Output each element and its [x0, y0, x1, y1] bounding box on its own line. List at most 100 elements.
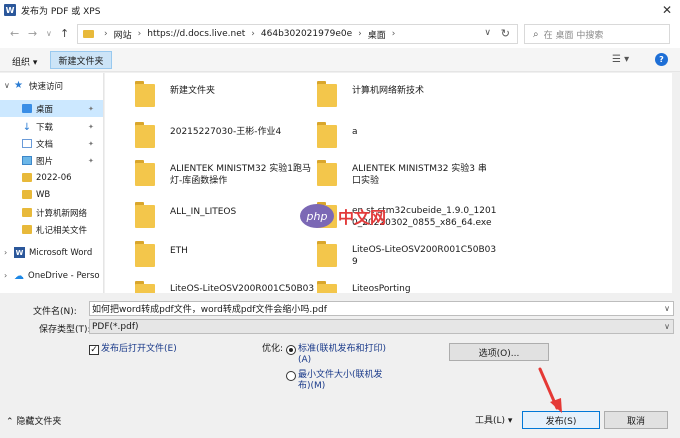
pin-icon[interactable]: ✦: [88, 123, 94, 131]
recent-chevron-icon[interactable]: ∨: [46, 29, 52, 38]
address-row: ← → ∨ ↑ › 网站 › https://d.docs.live.net ›…: [0, 20, 680, 48]
back-arrow-icon[interactable]: ←: [10, 27, 19, 40]
sidebar-item-wb[interactable]: WB: [0, 186, 103, 203]
search-icon: ⌕: [533, 28, 539, 40]
breadcrumb-website[interactable]: 网站: [114, 28, 132, 41]
file-item[interactable]: 新建文件夹: [135, 79, 315, 117]
sidebar-item-pictures[interactable]: 图片 ✦: [0, 152, 103, 169]
filetype-value: PDF(*.pdf): [92, 321, 139, 332]
view-options-icon[interactable]: ☰ ▾: [612, 54, 629, 65]
folder-icon: [135, 122, 155, 148]
sidebar-quick-access[interactable]: ∨ ★ 快速访问: [0, 77, 103, 94]
address-bar[interactable]: › 网站 › https://d.docs.live.net › 464b302…: [77, 24, 518, 44]
standard-label[interactable]: 标准(联机发布和打印) (A): [298, 344, 386, 366]
folder-icon: [317, 122, 337, 148]
star-icon: ★: [14, 80, 23, 91]
file-item[interactable]: ETH: [135, 239, 315, 277]
folder-icon: [83, 30, 94, 38]
tools-menu[interactable]: 工具(L) ▾: [475, 416, 512, 427]
minimum-size-radio[interactable]: [286, 371, 296, 381]
forward-arrow-icon[interactable]: →: [28, 27, 37, 40]
file-name-line: 灯-库函数操作: [170, 176, 228, 186]
up-arrow-icon[interactable]: ↑: [60, 27, 69, 40]
save-form: 文件名(N): 如何把word转成pdf文件，word转成pdf文件会缩小吗.p…: [0, 293, 680, 438]
file-item[interactable]: a: [317, 120, 497, 158]
breadcrumb-domain[interactable]: https://d.docs.live.net: [147, 29, 245, 39]
breadcrumb-id[interactable]: 464b302021979e0e: [261, 29, 352, 39]
file-name-line: ALIENTEK MINISTM32 实验3 串: [352, 164, 487, 174]
sidebar-item-onedrive[interactable]: › ☁ OneDrive - Perso: [0, 267, 103, 284]
sidebar-item-notes[interactable]: 札记相关文件: [0, 221, 103, 238]
file-name: 计算机网络新技术: [352, 86, 425, 96]
folder-icon: [135, 202, 155, 228]
folder-icon: [317, 281, 337, 293]
toolbar: 组织 ▾ 新建文件夹 ☰ ▾ ?: [0, 48, 680, 72]
word-icon: W: [14, 247, 25, 258]
sidebar-item-desktop[interactable]: 桌面 ✦: [0, 100, 103, 117]
php-logo: php: [300, 204, 334, 228]
filetype-select[interactable]: PDF(*.pdf) ∨: [89, 319, 674, 334]
chevron-right-icon: ›: [358, 29, 362, 39]
help-icon[interactable]: ?: [655, 53, 668, 66]
file-item[interactable]: ALIENTEK MINISTM32 实验1跑马 灯-库函数操作: [135, 158, 315, 196]
file-name-line: ALIENTEK MINISTM32 实验1跑马: [170, 164, 312, 174]
filename-input[interactable]: 如何把word转成pdf文件，word转成pdf文件会缩小吗.pdf ∨: [89, 301, 674, 316]
open-after-publish-checkbox[interactable]: ✓: [89, 345, 99, 355]
folder-icon: [135, 81, 155, 107]
folder-icon: [317, 81, 337, 107]
folder-icon: [22, 173, 32, 182]
file-item[interactable]: LiteOS-LiteOSV200R001C50B03: [135, 279, 315, 293]
pin-icon[interactable]: ✦: [88, 105, 94, 113]
file-item[interactable]: LiteosPorting: [317, 279, 497, 293]
hide-folders-toggle[interactable]: ⌃ 隐藏文件夹: [6, 417, 61, 428]
chevron-down-icon: ∨: [664, 322, 670, 331]
chevron-right-icon: ›: [4, 271, 8, 280]
chevron-down-icon: ∨: [4, 81, 10, 90]
refresh-icon[interactable]: ↻: [501, 27, 510, 40]
cloud-icon: ☁: [14, 271, 24, 282]
file-name-line: LiteOS-LiteOSV200R001C50B03: [352, 245, 497, 255]
sidebar-item-word[interactable]: › W Microsoft Word: [0, 244, 103, 261]
sidebar-item-downloads[interactable]: ↓ 下载 ✦: [0, 118, 103, 135]
watermark: php 中文网: [300, 204, 386, 228]
file-item[interactable]: 20215227030-王彬-作业4: [135, 120, 315, 158]
cancel-button[interactable]: 取消: [604, 411, 668, 429]
chevron-right-icon: ›: [251, 29, 255, 39]
organize-menu[interactable]: 组织 ▾: [12, 55, 37, 68]
pin-icon[interactable]: ✦: [88, 157, 94, 165]
close-icon[interactable]: ✕: [662, 3, 672, 17]
window-title: 发布为 PDF 或 XPS: [21, 6, 101, 17]
sidebar-item-2022-06[interactable]: 2022-06: [0, 169, 103, 186]
open-after-publish-label[interactable]: 发布后打开文件(E): [101, 344, 177, 355]
sidebar-item-network[interactable]: 计算机新网络: [0, 204, 103, 221]
sidebar-item-documents[interactable]: 文档 ✦: [0, 135, 103, 152]
chevron-right-icon: ›: [137, 29, 142, 39]
breadcrumb-desktop[interactable]: 桌面: [368, 28, 386, 41]
file-name: ALL_IN_LITEOS: [170, 207, 237, 217]
file-name: LiteosPorting: [352, 284, 411, 293]
file-list: 新建文件夹 计算机网络新技术 20215227030-王彬-作业4 a ALIE…: [105, 73, 680, 293]
file-name: 20215227030-王彬-作业4: [170, 127, 282, 137]
folder-icon: [317, 241, 337, 267]
folder-icon: [22, 208, 32, 217]
search-placeholder: 在 桌面 中搜索: [543, 30, 604, 41]
search-input[interactable]: ⌕ 在 桌面 中搜索: [524, 24, 670, 44]
file-item[interactable]: ALL_IN_LITEOS: [135, 200, 315, 238]
new-folder-button[interactable]: 新建文件夹: [50, 51, 112, 69]
chevron-down-icon[interactable]: ∨: [664, 304, 670, 313]
file-item[interactable]: ALIENTEK MINISTM32 实验3 串 口实验: [317, 158, 497, 196]
file-item[interactable]: 计算机网络新技术: [317, 79, 497, 117]
chevron-down-icon[interactable]: ∨: [484, 28, 491, 38]
pin-icon[interactable]: ✦: [88, 140, 94, 148]
minimum-size-label[interactable]: 最小文件大小(联机发 布)(M): [298, 370, 383, 392]
file-item[interactable]: LiteOS-LiteOSV200R001C50B03 9: [317, 239, 497, 277]
vertical-scrollbar[interactable]: [672, 73, 680, 293]
options-button[interactable]: 选项(O)...: [449, 343, 549, 361]
folder-icon: [135, 281, 155, 293]
standard-radio[interactable]: [286, 345, 296, 355]
filename-value: 如何把word转成pdf文件，word转成pdf文件会缩小吗.pdf: [92, 305, 327, 315]
file-name: ETH: [170, 246, 188, 256]
word-app-icon: W: [4, 4, 16, 16]
optimize-label: 优化:: [262, 344, 284, 354]
picture-icon: [22, 156, 32, 165]
